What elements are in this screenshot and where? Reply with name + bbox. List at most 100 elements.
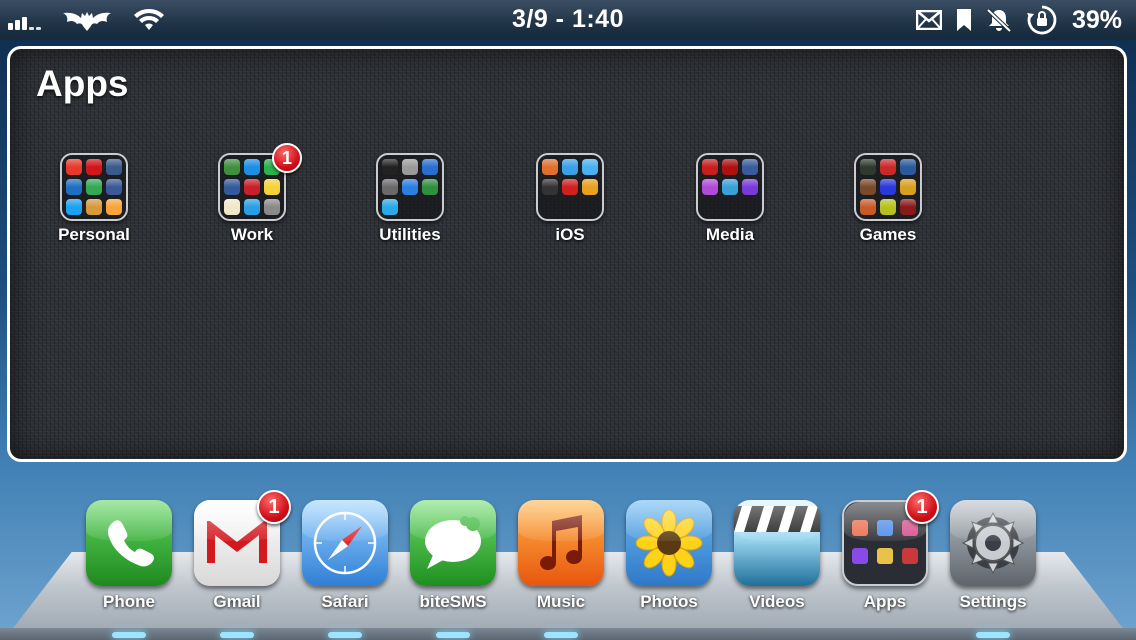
folder-ios[interactable]: iOS — [510, 153, 630, 245]
folder-label: Media — [705, 225, 755, 244]
mini-app-icon — [86, 199, 102, 215]
dock-indicator-light — [112, 632, 146, 638]
folder-icon — [536, 153, 604, 221]
mini-app-icon — [880, 179, 896, 195]
dock-app-music[interactable]: Music — [511, 500, 611, 612]
folder-panel: Apps Personal 1 Work Utilities iOS Media… — [7, 46, 1127, 462]
notification-badge: 1 — [257, 490, 291, 524]
mini-app-icon — [860, 179, 876, 195]
mini-app-icon — [66, 199, 82, 215]
mini-app-icon — [382, 179, 398, 195]
status-bar: 3/9 - 1:40 39% — [0, 0, 1136, 40]
mini-app-icon — [264, 179, 280, 195]
mini-app-icon — [244, 159, 260, 175]
mini-app-icon — [562, 159, 578, 175]
mini-app-icon — [542, 159, 558, 175]
mini-app-icon — [106, 199, 122, 215]
dock-app-photos[interactable]: Photos — [619, 500, 719, 612]
dock-app-label: Gmail — [213, 592, 261, 611]
folder-work[interactable]: 1 Work — [192, 143, 312, 245]
mini-app-icon — [742, 179, 758, 195]
mini-app-icon — [422, 159, 438, 175]
mini-app-icon — [224, 199, 240, 215]
mini-app-icon — [860, 159, 876, 175]
dock-app-label: Settings — [959, 592, 1027, 611]
mini-app-icon — [702, 179, 718, 195]
folder-icon — [60, 153, 128, 221]
mini-app-icon — [900, 179, 916, 195]
bookmark-icon — [956, 9, 972, 31]
mini-app-icon — [86, 179, 102, 195]
folder-personal[interactable]: Personal — [34, 153, 154, 245]
dock-indicator-light — [976, 632, 1010, 638]
dock-app-label: Videos — [749, 592, 805, 611]
mini-app-icon — [880, 159, 896, 175]
dock-app-videos[interactable]: Videos — [727, 500, 827, 612]
mini-app-icon — [702, 159, 718, 175]
folder-media[interactable]: Media — [670, 153, 790, 245]
mini-app-icon — [742, 159, 758, 175]
folder-icon — [854, 153, 922, 221]
dock-indicator-light — [328, 632, 362, 638]
mini-app-icon — [224, 179, 240, 195]
mini-app-icon — [582, 179, 598, 195]
mini-app-icon — [106, 179, 122, 195]
battery-percent: 39% — [1071, 5, 1122, 34]
mini-app-icon — [224, 159, 240, 175]
mini-app-icon — [582, 159, 598, 175]
mini-app-icon — [402, 179, 418, 195]
mail-icon — [915, 10, 942, 30]
mini-app-icon — [106, 159, 122, 175]
dock-app-label: Safari — [321, 592, 369, 611]
folder-label: iOS — [555, 225, 585, 244]
status-right: 39% — [915, 4, 1122, 36]
chat-bubble-icon — [410, 500, 496, 586]
mini-app-icon — [900, 159, 916, 175]
mini-app-icon — [264, 199, 280, 215]
mini-app-icon — [542, 179, 558, 195]
sunflower-icon — [626, 500, 712, 586]
dock-app-label: Music — [536, 592, 586, 611]
dock-indicator-light — [544, 632, 578, 638]
folder-label: Utilities — [379, 225, 441, 244]
phone-icon — [86, 500, 172, 586]
mini-app-icon — [66, 179, 82, 195]
dock-indicator-light — [220, 632, 254, 638]
folder-icon — [696, 153, 764, 221]
music-note-icon — [518, 500, 604, 586]
folder-label: Personal — [58, 225, 130, 244]
mini-app-icon — [860, 199, 876, 215]
panel-title: Apps — [36, 63, 129, 104]
mini-app-icon — [722, 159, 738, 175]
notification-badge: 1 — [905, 490, 939, 524]
folder-utilities[interactable]: Utilities — [350, 153, 470, 245]
dock-app-settings[interactable]: Settings — [943, 500, 1043, 612]
dock-app-label: Phone — [103, 592, 155, 611]
mini-app-icon — [66, 159, 82, 175]
mini-app-icon — [244, 199, 260, 215]
dock-app-safari[interactable]: Safari — [295, 500, 395, 612]
dock-app-apps[interactable]: 1 Apps — [835, 490, 939, 612]
mini-app-icon — [382, 199, 398, 215]
dock-app-gmail[interactable]: 1 Gmail — [187, 490, 291, 612]
folder-label: Games — [859, 225, 917, 244]
dock-app-label: biteSMS — [419, 592, 487, 611]
folder-label: Work — [230, 225, 274, 244]
folder-icon — [376, 153, 444, 221]
mini-app-icon — [422, 179, 438, 195]
bell-muted-icon — [986, 8, 1012, 32]
mini-app-icon — [244, 179, 260, 195]
dock-app-phone[interactable]: Phone — [79, 500, 179, 612]
mini-app-icon — [382, 159, 398, 175]
notification-badge: 1 — [272, 143, 302, 173]
clapperboard-icon — [734, 500, 820, 586]
mini-app-icon — [562, 179, 578, 195]
folder-icon: 1 — [218, 143, 302, 221]
gear-icon — [950, 500, 1036, 586]
dock-app-bitesms[interactable]: biteSMS — [403, 500, 503, 612]
mini-app-icon — [86, 159, 102, 175]
dock-app-label: Photos — [640, 592, 698, 611]
mini-app-icon — [722, 179, 738, 195]
dock-app-label: Apps — [863, 592, 907, 611]
folder-games[interactable]: Games — [828, 153, 948, 245]
